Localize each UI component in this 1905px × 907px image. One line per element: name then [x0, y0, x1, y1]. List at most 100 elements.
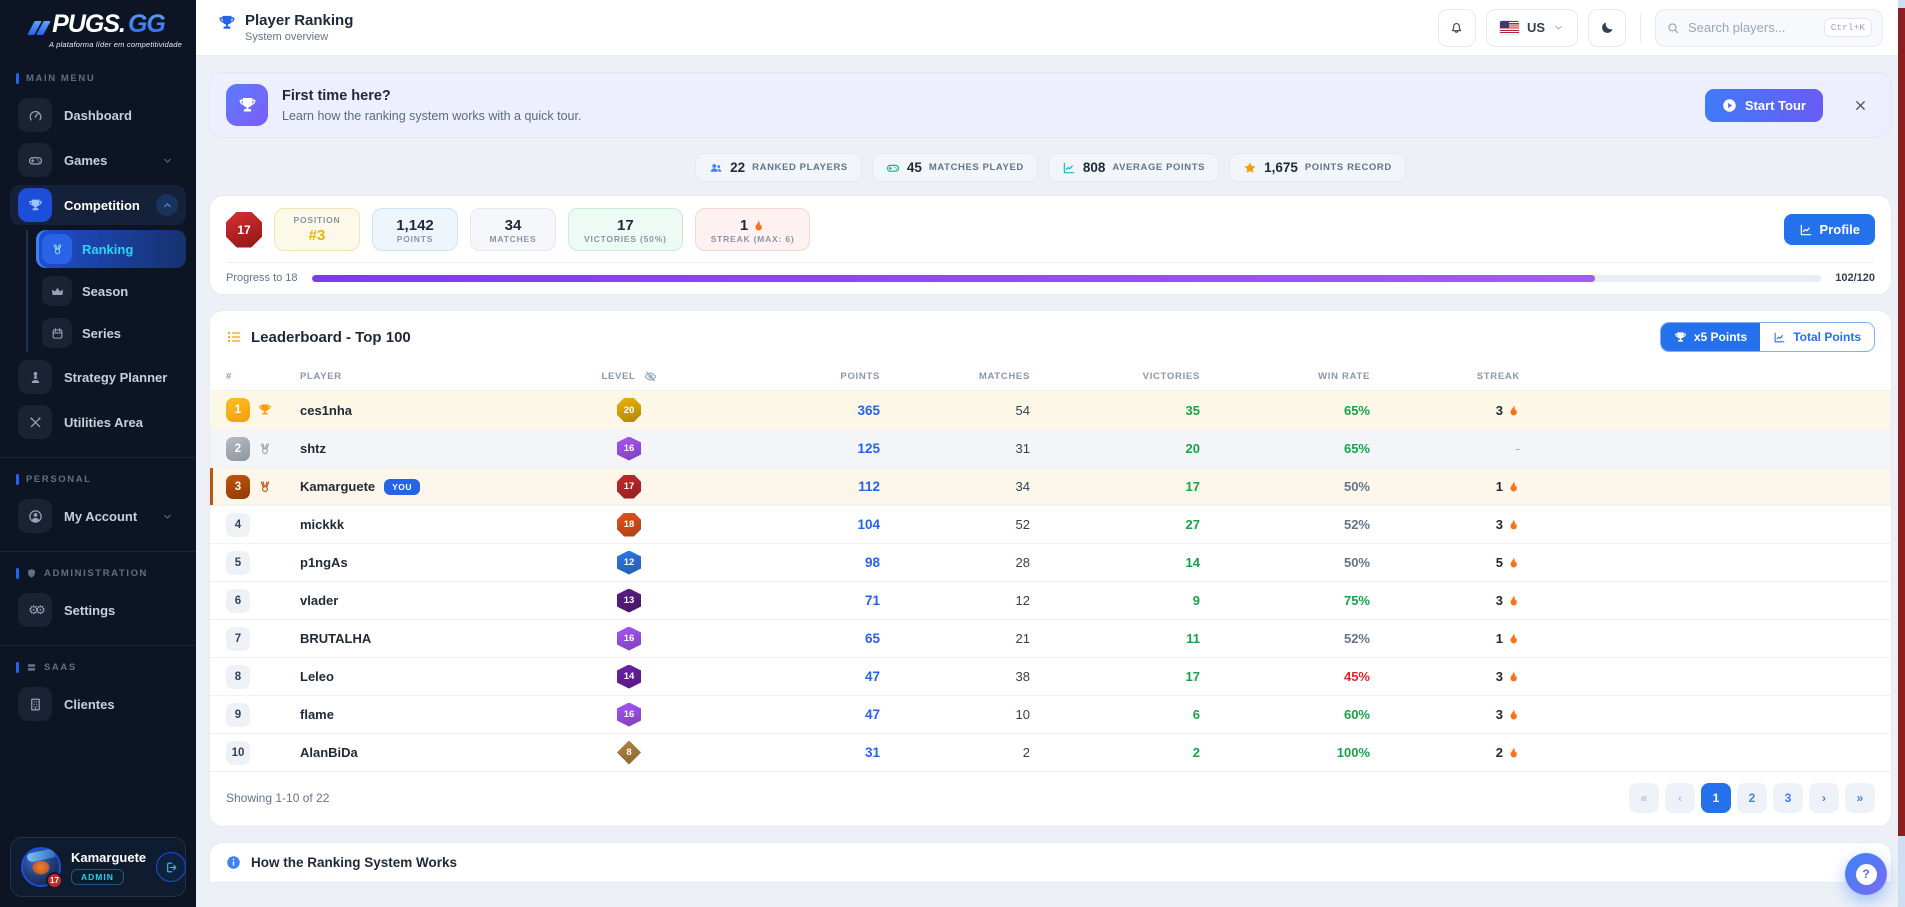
level-badge: 12	[617, 551, 641, 575]
list-icon	[226, 329, 242, 345]
question-icon: ?	[1856, 864, 1877, 885]
player-name: BRUTALHA	[300, 631, 568, 646]
eye-off-icon[interactable]	[644, 370, 657, 383]
winrate-value: 75%	[1200, 593, 1370, 608]
table-row[interactable]: 7BRUTALHA1665211152%1	[210, 619, 1891, 657]
table-row[interactable]: 10AlanBiDa83122100%2	[210, 733, 1891, 771]
sidebar-item-games[interactable]: Games	[10, 140, 186, 180]
help-button[interactable]: ?	[1845, 853, 1887, 895]
prev-page[interactable]: ‹	[1665, 783, 1695, 813]
column-header-victories: VICTORIES	[1030, 371, 1200, 382]
section-label-text: MAIN MENU	[26, 73, 95, 84]
streak-value: 2	[1370, 745, 1520, 760]
sidebar-nav: MAIN MENU Dashboard Games Competition Rankin…	[0, 57, 196, 827]
streak-value: 3	[1370, 593, 1520, 608]
table-row[interactable]: 8Leleo1447381745%3	[210, 657, 1891, 695]
user-icon	[28, 509, 43, 524]
crown-icon	[51, 285, 64, 298]
sidebar-section-saas: SAASClientes	[0, 645, 196, 735]
toggle-x5-points[interactable]: x5 Points	[1661, 323, 1760, 351]
stat-matches-played: 45MATCHES PLAYED	[872, 153, 1038, 182]
scrollbar[interactable]	[1898, 0, 1905, 907]
search-shortcut: Ctrl+K	[1824, 18, 1872, 37]
moon-icon	[1600, 20, 1615, 35]
play-icon	[1722, 98, 1737, 113]
page-1[interactable]: 1	[1701, 783, 1731, 813]
dark-mode-button[interactable]	[1588, 9, 1626, 47]
sidebar-item-clientes[interactable]: Clientes	[10, 684, 186, 724]
rank-badge: 9	[226, 703, 250, 727]
table-row[interactable]: 3KamargueteYOU17112341750%1	[210, 467, 1891, 505]
first-page[interactable]: «	[1629, 783, 1659, 813]
sidebar-item-label: My Account	[64, 509, 137, 524]
sidebar-item-settings[interactable]: ⚙⚙Settings	[10, 590, 186, 630]
stat-ranked-players: 22RANKED PLAYERS	[695, 153, 862, 182]
victories-value: 6	[1030, 707, 1200, 722]
section-accent-bar	[16, 662, 19, 673]
table-row[interactable]: 4mickkk18104522752%3	[210, 505, 1891, 543]
us-flag-icon	[1500, 21, 1519, 34]
locale-label: US	[1527, 20, 1545, 35]
player-name: KamargueteYOU	[300, 479, 568, 495]
matches-value: 38	[880, 669, 1030, 684]
page-3[interactable]: 3	[1773, 783, 1803, 813]
info-card[interactable]: How the Ranking System Works	[209, 842, 1892, 883]
content: First time here? Learn how the ranking s…	[196, 56, 1905, 907]
points-value: 104	[690, 517, 880, 532]
toggle-total-points[interactable]: Total Points	[1760, 323, 1874, 351]
sidebar-item-strategy-planner[interactable]: Strategy Planner	[10, 357, 186, 397]
table-row[interactable]: 9flame164710660%3	[210, 695, 1891, 733]
last-page[interactable]: »	[1845, 783, 1875, 813]
points-value: 65	[690, 631, 880, 646]
user-role-badge: ADMIN	[71, 869, 124, 885]
column-header-streak: STREAK	[1370, 371, 1520, 382]
section-accent-bar	[16, 73, 19, 84]
sidebar-item-utilities-area[interactable]: Utilities Area	[10, 402, 186, 442]
sidebar-item-label: Games	[64, 153, 107, 168]
start-tour-button[interactable]: Start Tour	[1705, 89, 1823, 122]
sidebar-item-season[interactable]: Season	[36, 272, 186, 310]
logout-button[interactable]	[156, 852, 186, 882]
user-card[interactable]: 17 Kamarguete ADMIN	[10, 837, 186, 897]
column-header-: #	[226, 371, 300, 382]
player-name: shtz	[300, 441, 568, 456]
avatar-level-badge: 17	[46, 872, 63, 889]
victories-value: 35	[1030, 403, 1200, 418]
table-row[interactable]: 5p1ngAs1298281450%5	[210, 543, 1891, 581]
sidebar-item-my-account[interactable]: My Account	[10, 496, 186, 536]
profile-button[interactable]: Profile	[1784, 214, 1875, 245]
page-2[interactable]: 2	[1737, 783, 1767, 813]
table-row[interactable]: 6vlader137112975%3	[210, 581, 1891, 619]
sidebar-item-series[interactable]: Series	[36, 314, 186, 352]
star-icon	[1243, 161, 1257, 175]
calendar-icon	[51, 327, 64, 340]
column-header-win-rate: WIN RATE	[1200, 371, 1370, 382]
divider	[1640, 14, 1641, 42]
table-row[interactable]: 1ces1nha20365543565%3	[210, 391, 1891, 429]
logo[interactable]: PUGS.GG A plataforma líder em competitiv…	[0, 0, 196, 57]
close-banner-button[interactable]	[1845, 90, 1875, 120]
sidebar-item-competition[interactable]: Competition	[10, 185, 186, 225]
winrate-value: 52%	[1200, 631, 1370, 646]
search-box[interactable]: Ctrl+K	[1655, 9, 1883, 47]
search-input[interactable]	[1688, 20, 1816, 35]
next-page[interactable]: ›	[1809, 783, 1839, 813]
column-header-matches: MATCHES	[880, 371, 1030, 382]
sidebar-item-label: Clientes	[64, 697, 115, 712]
stat-value: 1,675	[1264, 160, 1298, 175]
scrollbar-thumb[interactable]	[1898, 8, 1905, 836]
victories-value: 11	[1030, 631, 1200, 646]
sidebar-item-ranking[interactable]: Ranking	[36, 230, 186, 268]
chevron-down-icon	[156, 149, 178, 171]
sidebar-item-dashboard[interactable]: Dashboard	[10, 95, 186, 135]
rank-badge: 5	[226, 551, 250, 575]
flame-icon	[1507, 556, 1520, 569]
gauge-icon	[28, 108, 43, 123]
notifications-button[interactable]	[1438, 9, 1476, 47]
flame-icon	[1507, 594, 1520, 607]
table-row[interactable]: 2shtz16125312065%-	[210, 429, 1891, 467]
progress-fill	[312, 275, 1595, 282]
streak-value: 3	[1370, 517, 1520, 532]
locale-dropdown[interactable]: US	[1486, 9, 1578, 47]
level-badge: 14	[617, 665, 641, 689]
